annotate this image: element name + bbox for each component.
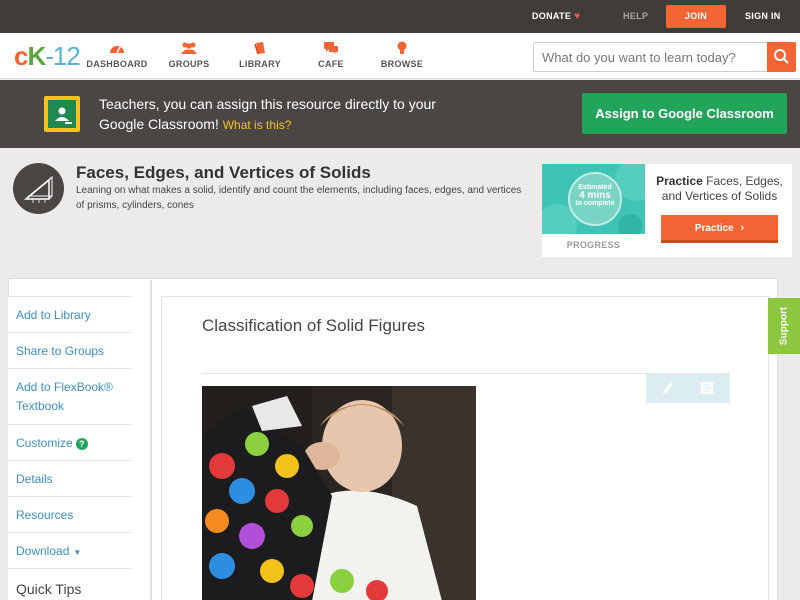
join-button[interactable]: JOIN [666, 5, 726, 28]
ck12-logo[interactable]: cK-12 [14, 41, 81, 71]
concept-header: Faces, Edges, and Vertices of Solids Lea… [0, 148, 800, 278]
donate-link[interactable]: DONATE ♥ [532, 0, 580, 33]
donate-label: DONATE [532, 11, 572, 21]
concept-title: Faces, Edges, and Vertices of Solids [76, 163, 371, 182]
practice-progress-image[interactable]: Estimated 4 mins to complete [542, 164, 645, 234]
customize-link[interactable]: Customize? [8, 424, 131, 460]
nav-dashboard[interactable]: DASHBOARD [82, 41, 152, 69]
content-title: Classification of Solid Figures [202, 316, 425, 335]
to-complete-label: to complete [575, 200, 615, 207]
nav-cafe-label: CAFE [318, 59, 344, 69]
browse-icon [397, 41, 407, 54]
support-tab[interactable]: Support [768, 298, 800, 354]
dashboard-icon [110, 46, 124, 54]
groups-icon [181, 42, 197, 54]
practice-prefix: Practice [656, 174, 703, 188]
nav-dashboard-label: DASHBOARD [86, 59, 148, 69]
nav-cafe[interactable]: CAFE [296, 41, 366, 69]
customize-label: Customize [16, 436, 73, 450]
child-with-gift-photo [202, 386, 476, 600]
heart-icon: ♥ [574, 11, 581, 22]
search-box [533, 42, 796, 72]
nav-browse-label: BROWSE [380, 59, 424, 69]
details-link[interactable]: Details [8, 460, 131, 496]
banner-message: Teachers, you can assign this resource d… [99, 94, 459, 135]
geometry-concept-icon [13, 163, 64, 214]
logo-12: -12 [45, 41, 81, 71]
help-question-icon[interactable]: ? [75, 438, 88, 450]
logo-k: K [27, 41, 46, 71]
assign-to-google-classroom-button[interactable]: Assign to Google Classroom [582, 93, 787, 134]
cafe-icon [324, 42, 338, 54]
what-is-this-link[interactable]: What is this? [223, 118, 292, 132]
search-icon [774, 49, 789, 64]
top-bar: DONATE ♥ HELP JOIN SIGN IN [0, 0, 800, 33]
nav-browse[interactable]: BROWSE [367, 41, 437, 69]
add-to-flexbook-link[interactable]: Add to FlexBook® Textbook [8, 368, 131, 424]
notes-icon[interactable] [700, 381, 714, 395]
sign-in-link[interactable]: SIGN IN [745, 0, 781, 33]
estimated-time-badge: Estimated 4 mins to complete [568, 172, 622, 226]
search-button[interactable] [767, 42, 796, 72]
sidebar: Add to Library Share to Groups Add to Fl… [8, 296, 139, 600]
practice-title: Practice Faces, Edges, and Vertices of S… [652, 174, 787, 204]
google-classroom-icon [44, 96, 80, 132]
caret-down-icon: ▼ [73, 548, 82, 557]
concept-description: Leaning on what makes a solid, identify … [76, 185, 522, 211]
pencil-icon[interactable] [662, 381, 674, 396]
edit-tools [646, 374, 730, 403]
add-to-library-link[interactable]: Add to Library [8, 296, 131, 332]
estimated-minutes: 4 mins [579, 190, 611, 201]
download-label: Download [16, 544, 70, 558]
search-input[interactable] [542, 43, 767, 71]
main-nav: cK-12 DASHBOARD GROUPS LIBRARY CAFE BROW… [0, 33, 800, 79]
logo-c: c [14, 41, 29, 71]
nav-groups-label: GROUPS [168, 59, 210, 69]
nav-library[interactable]: LIBRARY [225, 41, 295, 69]
divider [150, 280, 152, 600]
practice-button-label: Practice [694, 223, 734, 234]
download-link[interactable]: Download ▼ [8, 532, 131, 568]
quick-tips-heading[interactable]: Quick Tips [8, 568, 131, 597]
practice-card: Estimated 4 mins to complete PROGRESS Pr… [542, 164, 792, 257]
support-label: Support [778, 306, 790, 346]
progress-label: PROGRESS [566, 240, 621, 250]
practice-button[interactable]: Practice › [661, 215, 778, 243]
chevron-right-icon: › [740, 222, 745, 234]
nav-library-label: LIBRARY [239, 59, 281, 69]
library-icon [254, 42, 265, 55]
nav-groups[interactable]: GROUPS [154, 41, 224, 69]
share-to-groups-link[interactable]: Share to Groups [8, 332, 131, 368]
resources-link[interactable]: Resources [8, 496, 131, 532]
help-link[interactable]: HELP [623, 0, 648, 33]
content-panel: Classification of Solid Figures [161, 296, 769, 600]
